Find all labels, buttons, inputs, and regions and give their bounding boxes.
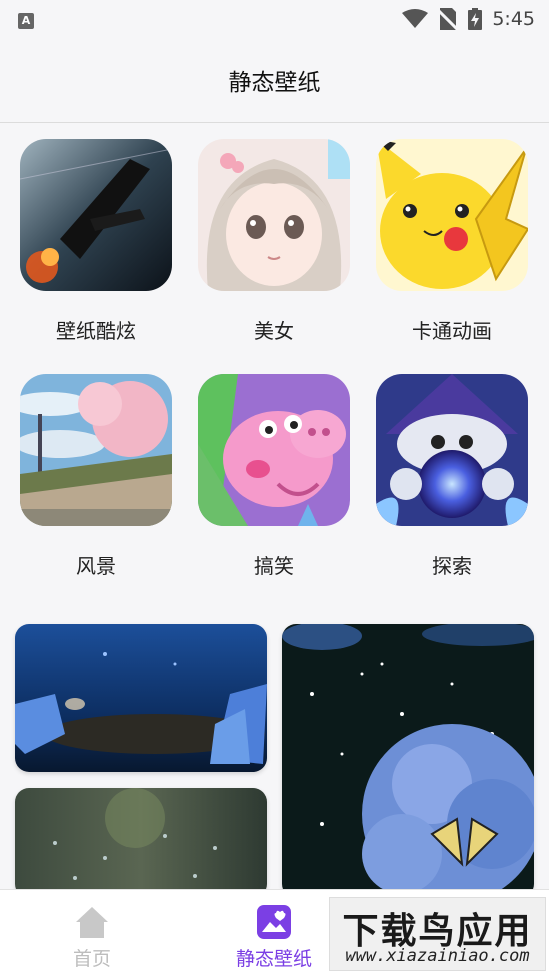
nav-item-static-wallpaper[interactable]: 静态壁纸: [204, 890, 344, 977]
category-thumbnail[interactable]: [198, 139, 350, 291]
category-thumbnail[interactable]: [376, 374, 528, 526]
category-item-scenery[interactable]: 风景: [20, 374, 172, 579]
battery-charging-icon: [468, 8, 483, 30]
category-label: 风景: [76, 554, 116, 578]
wallpaper-card-hydrangea[interactable]: [282, 624, 534, 898]
watermark-url-text: www.xiazainiao.com: [345, 946, 530, 966]
category-label: 探索: [432, 554, 472, 578]
wallpaper-card-butterfly-blue[interactable]: [15, 624, 267, 772]
category-label: 搞笑: [254, 554, 294, 578]
category-item-cartoon[interactable]: 卡通动画: [376, 139, 528, 344]
category-item-explore[interactable]: 探索: [376, 374, 528, 579]
no-sim-icon: [438, 8, 459, 30]
category-thumbnail[interactable]: [376, 139, 528, 291]
status-bar: A 5:45: [0, 0, 549, 38]
app-notification-icon: A: [18, 12, 34, 29]
title-bar: 静态壁纸: [0, 38, 549, 123]
wallpaper-icon: [257, 905, 291, 939]
category-item-cool[interactable]: 壁纸酷炫: [20, 139, 172, 344]
page-title: 静态壁纸: [228, 70, 321, 96]
category-thumbnail[interactable]: [20, 139, 172, 291]
wallpaper-card-rain[interactable]: [15, 788, 267, 898]
watermark-logo: 下载鸟应用 www.xiazainiao.com: [329, 897, 546, 971]
status-left: A: [18, 9, 34, 29]
category-label: 壁纸酷炫: [56, 319, 136, 343]
nav-item-home[interactable]: 首页: [22, 890, 162, 977]
category-thumbnail[interactable]: [198, 374, 350, 526]
home-icon: [76, 907, 108, 938]
category-label: 美女: [254, 319, 294, 343]
nav-label-static-wallpaper: 静态壁纸: [235, 948, 312, 970]
status-right: 5:45: [402, 8, 535, 30]
nav-label-home: 首页: [72, 948, 111, 970]
wifi-icon: [402, 9, 429, 28]
category-label: 卡通动画: [412, 319, 492, 343]
category-thumbnail[interactable]: [20, 374, 172, 526]
category-item-beauty[interactable]: 美女: [198, 139, 350, 344]
clock: 5:45: [492, 8, 535, 30]
category-item-funny[interactable]: 搞笑: [198, 374, 350, 579]
